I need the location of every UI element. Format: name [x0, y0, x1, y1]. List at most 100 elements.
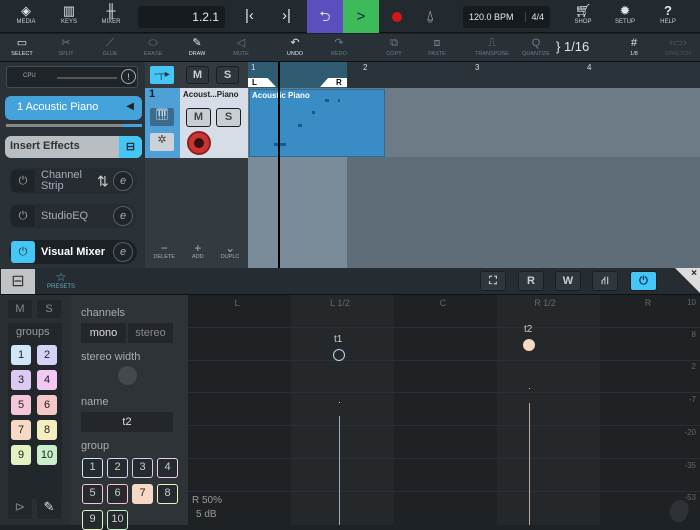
- keys-button[interactable]: ▥ KEYS: [49, 3, 89, 25]
- group-assign-button[interactable]: 10: [107, 510, 128, 530]
- channel-node-t2[interactable]: [523, 339, 535, 351]
- mixer-tab[interactable]: ⊟: [1, 269, 35, 294]
- track-list: -┬▸ M S 1 Acoust...Piano 🎹︎ ✲ M S − DELET…: [145, 62, 248, 268]
- global-mute-button[interactable]: M: [186, 66, 209, 84]
- quantize-button[interactable]: Q QUANTIZE: [516, 36, 556, 57]
- quantize-value-selector[interactable]: } 1/16: [556, 39, 589, 54]
- group-assign-button[interactable]: 8: [157, 484, 178, 504]
- shop-button[interactable]: 🛒︎ SHOP: [563, 3, 603, 25]
- effect-channel-strip[interactable]: ⏻ Channel Strip ⇅ e: [9, 168, 137, 194]
- presets-tab[interactable]: ☆ PRESETS: [37, 270, 85, 290]
- effect-visual-mixer[interactable]: ⏻ Visual Mixer e: [9, 240, 137, 264]
- reorder-icon[interactable]: ⇅: [97, 173, 109, 190]
- group-filter-button[interactable]: 3: [11, 370, 31, 390]
- group-assign-button[interactable]: 5: [82, 484, 103, 504]
- group-filter-button[interactable]: 6: [37, 395, 57, 415]
- group-filter-button[interactable]: 4: [37, 370, 57, 390]
- fullscreen-button[interactable]: ⛶: [480, 271, 506, 291]
- track-inspector-toggle[interactable]: -┬▸: [150, 66, 174, 84]
- group-assign-button[interactable]: 1: [82, 458, 103, 478]
- routing-button[interactable]: ⛙: [592, 271, 618, 291]
- group-filter-button[interactable]: 2: [37, 345, 57, 365]
- transpose-button[interactable]: ⎍ TRANSPOSE: [472, 36, 512, 57]
- grid-button[interactable]: #1/8: [614, 36, 654, 57]
- copy-button[interactable]: ⧉ COPY: [374, 36, 414, 57]
- select-label: SELECT: [11, 51, 33, 57]
- group-assign-button[interactable]: 9: [82, 510, 103, 530]
- group-filter-button[interactable]: 8: [37, 420, 57, 440]
- duplicate-track-button[interactable]: ⌄ DUPLC: [221, 242, 240, 268]
- position-display[interactable]: 1.2.1: [138, 6, 225, 28]
- insert-fx-button[interactable]: ⊟: [119, 136, 142, 158]
- read-automation-button[interactable]: R: [518, 271, 544, 291]
- delete-track-button[interactable]: − DELETE: [154, 242, 175, 268]
- metronome-icon[interactable]: ⍙: [426, 7, 434, 24]
- group-assign-button[interactable]: 6: [107, 484, 128, 504]
- edit-icon[interactable]: e: [113, 242, 133, 262]
- power-icon[interactable]: ⏻: [11, 205, 35, 227]
- midi-clip[interactable]: Acoustic Piano: [249, 89, 385, 157]
- track-selector[interactable]: 1 Acoustic Piano ◀: [5, 96, 142, 120]
- skip-back-icon[interactable]: |‹: [245, 7, 254, 24]
- mixer-button[interactable]: ╫ MIXER: [91, 3, 131, 25]
- instrument-icon[interactable]: ✲: [150, 133, 174, 151]
- channel-node-t1[interactable]: [333, 349, 345, 361]
- power-button[interactable]: ⏻: [630, 271, 657, 291]
- redo-button[interactable]: ↷ REDO: [319, 36, 359, 57]
- group-filter-button[interactable]: 1: [11, 345, 31, 365]
- undo-button[interactable]: ↶ UNDO: [275, 36, 315, 57]
- loop-button[interactable]: ⮌: [307, 0, 343, 33]
- group-filter-button[interactable]: 10: [37, 445, 57, 465]
- level-meter-t1: [339, 416, 340, 525]
- edit-icon[interactable]: e: [113, 206, 133, 226]
- playhead[interactable]: [278, 62, 280, 268]
- play-button[interactable]: >: [343, 0, 379, 33]
- add-track-button[interactable]: + ADD: [192, 242, 204, 268]
- skip-forward-icon[interactable]: ›|: [282, 7, 291, 24]
- mute-tool[interactable]: ◁ MUTE: [221, 36, 261, 57]
- record-arm-button[interactable]: [187, 131, 211, 155]
- piano-icon[interactable]: 🎹︎: [150, 108, 174, 126]
- stereo-width-knob[interactable]: [118, 366, 137, 385]
- paste-button[interactable]: ⧈ PASTE: [417, 36, 457, 57]
- tempo-display[interactable]: 120.0 BPM 4/4: [463, 6, 550, 28]
- global-solo-button[interactable]: S: [216, 66, 239, 84]
- mono-button[interactable]: mono: [81, 323, 126, 343]
- group-assign-button[interactable]: 2: [107, 458, 128, 478]
- write-automation-button[interactable]: W: [555, 271, 581, 291]
- pan-mode-button[interactable]: ⊳: [8, 499, 32, 519]
- stereo-button[interactable]: stereo: [128, 323, 173, 343]
- power-icon[interactable]: ⏻: [11, 241, 35, 263]
- split-tool[interactable]: ✂ SPLIT: [46, 36, 86, 57]
- setup-button[interactable]: ✹ SETUP: [605, 3, 645, 25]
- track-row[interactable]: 1 Acoust...Piano 🎹︎ ✲ M S: [145, 88, 248, 158]
- bar-number: 2: [363, 63, 368, 72]
- help-button[interactable]: ? HELP: [648, 3, 688, 25]
- group-filter-button[interactable]: 5: [11, 395, 31, 415]
- group-assign-button[interactable]: 3: [132, 458, 153, 478]
- close-button[interactable]: ×: [675, 268, 700, 293]
- draw-tool[interactable]: ✎ DRAW: [177, 36, 217, 57]
- pan-label: L 1/2: [330, 298, 350, 308]
- media-button[interactable]: ◈ MEDIA: [6, 3, 46, 25]
- glue-tool[interactable]: ⟋ GLUE: [90, 36, 130, 57]
- power-icon[interactable]: ⏻: [11, 170, 35, 192]
- select-tool[interactable]: ▭ SELECT: [2, 36, 42, 57]
- arrangement-view[interactable]: 1 2 3 4 L R Acoustic Piano: [248, 62, 700, 268]
- effect-studioeq[interactable]: ⏻ StudioEQ e: [9, 204, 137, 228]
- group-filter-button[interactable]: 7: [11, 420, 31, 440]
- edit-button[interactable]: ✎: [37, 499, 61, 519]
- stretch-button[interactable]: ‹▭› STRETCH: [658, 36, 698, 57]
- name-input[interactable]: t2: [81, 412, 173, 432]
- track-mute-button[interactable]: M: [186, 108, 211, 127]
- edit-icon[interactable]: e: [113, 171, 133, 191]
- group-assign-button[interactable]: 7: [132, 484, 153, 504]
- track-solo-button[interactable]: S: [216, 108, 241, 127]
- record-button[interactable]: [392, 12, 402, 22]
- group-filter-button[interactable]: 9: [11, 445, 31, 465]
- alert-icon[interactable]: !: [121, 69, 136, 84]
- mute-button[interactable]: M: [8, 300, 32, 318]
- erase-tool[interactable]: ⬭ ERASE: [133, 36, 173, 57]
- solo-button[interactable]: S: [37, 300, 61, 318]
- group-assign-button[interactable]: 4: [157, 458, 178, 478]
